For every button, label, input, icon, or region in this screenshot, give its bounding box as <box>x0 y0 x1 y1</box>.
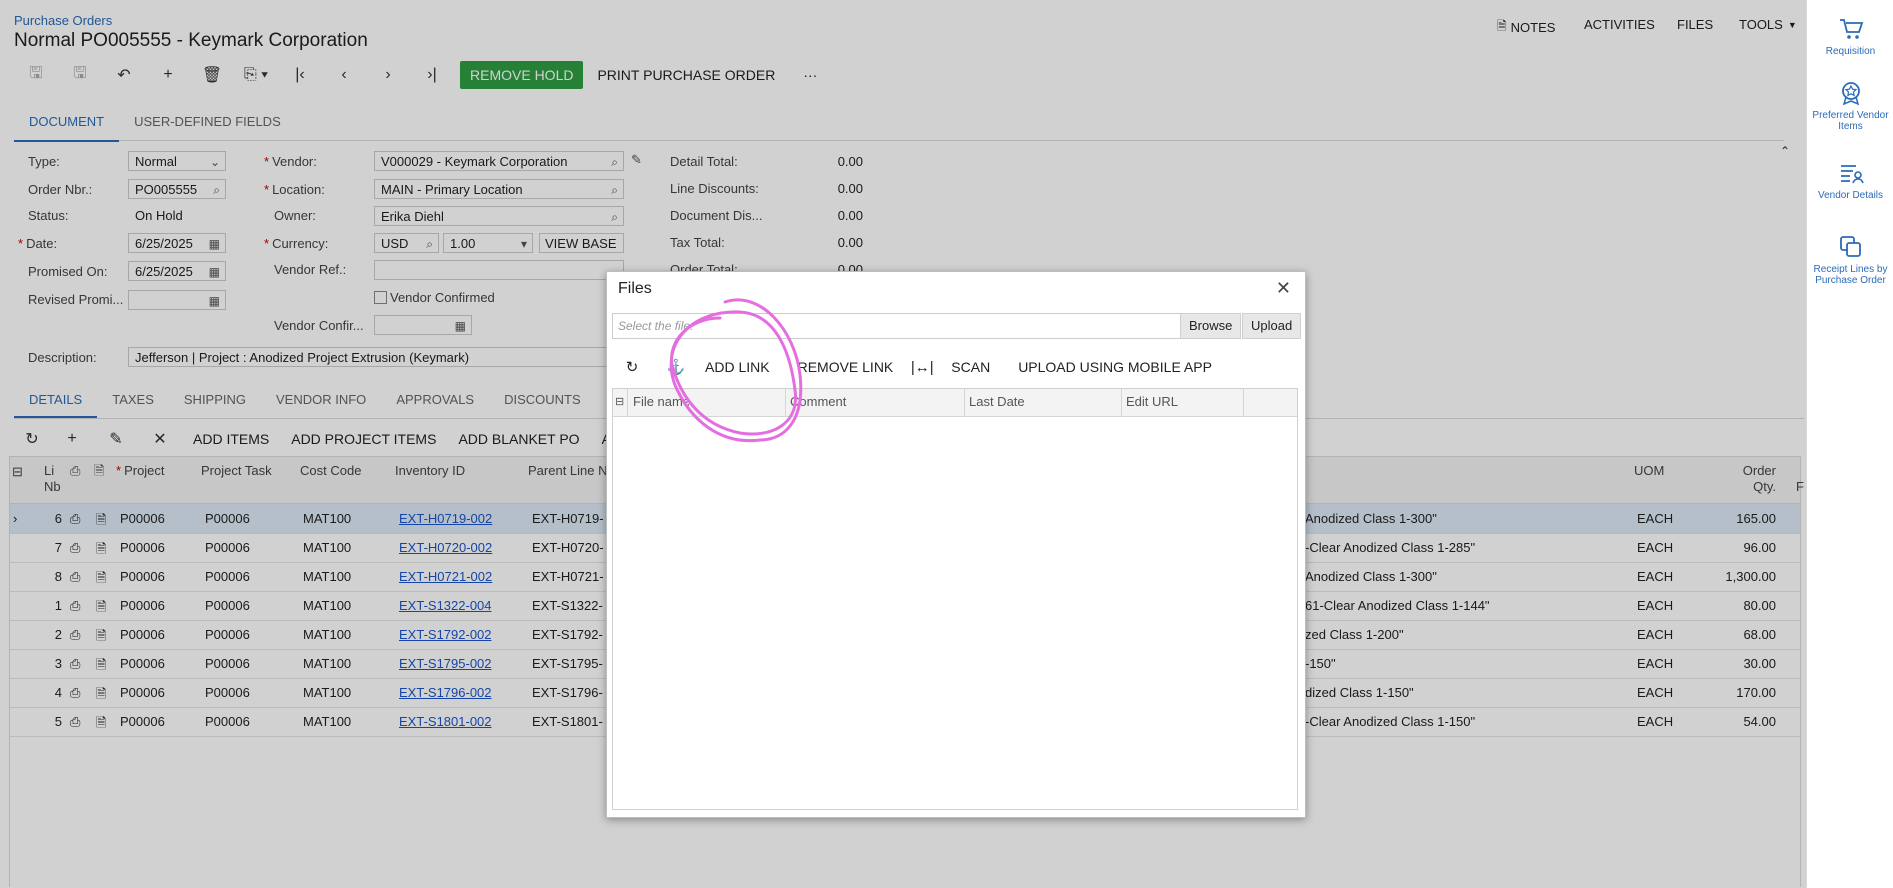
grid-divider <box>627 389 628 416</box>
col-file-name[interactable]: File name <box>633 394 690 409</box>
col-last-date[interactable]: Last Date <box>969 394 1025 409</box>
remove-link-button[interactable]: REMOVE LINK <box>784 359 908 375</box>
copy-icon <box>1839 236 1861 257</box>
close-icon[interactable]: ✕ <box>1276 278 1291 299</box>
fit-width-icon[interactable]: |↔| <box>907 359 937 376</box>
app-root: Purchase Orders Normal PO005555 - Keymar… <box>0 0 1893 888</box>
grid-divider <box>785 389 786 416</box>
files-grid-header: ⊟ File name Comment Last Date Edit URL <box>613 389 1297 417</box>
sidebar-label-preferred-vendor-items: Preferred Vendor Items <box>1812 110 1889 132</box>
refresh-icon[interactable]: ↻ <box>617 358 647 376</box>
upload-button[interactable]: Upload <box>1242 313 1302 339</box>
upload-mobile-app-button[interactable]: UPLOAD USING MOBILE APP <box>1004 359 1226 375</box>
files-dialog: Files ✕ Select the file. Browse Upload ↻… <box>606 271 1306 818</box>
files-toolbar: ↻ ⚓ ADD LINK REMOVE LINK |↔| SCAN UPLOAD… <box>617 357 1226 377</box>
vendor-details-icon <box>1840 165 1864 184</box>
add-link-button[interactable]: ADD LINK <box>691 359 784 375</box>
col-edit-url[interactable]: Edit URL <box>1126 394 1178 409</box>
grid-divider <box>1121 389 1122 416</box>
badge-icon <box>1841 82 1860 106</box>
files-grid: ⊟ File name Comment Last Date Edit URL <box>612 388 1298 810</box>
sidebar-item-vendor-details[interactable]: Vendor Details <box>1807 160 1893 201</box>
sidebar-item-preferred-vendor-items[interactable]: Preferred Vendor Items <box>1807 80 1893 132</box>
main-area: Purchase Orders Normal PO005555 - Keymar… <box>0 0 1806 888</box>
sidebar-item-receipt-lines[interactable]: Receipt Lines by Purchase Order <box>1807 234 1893 286</box>
sidebar-item-requisition[interactable]: Requisition <box>1807 16 1893 57</box>
col-comment[interactable]: Comment <box>790 394 846 409</box>
cart-icon <box>1839 19 1863 39</box>
link-icon[interactable]: ⚓ <box>661 358 691 376</box>
file-select-input[interactable]: Select the file. <box>612 313 1186 339</box>
scan-button[interactable]: SCAN <box>937 359 1004 375</box>
browse-button[interactable]: Browse <box>1180 313 1242 339</box>
grid-divider <box>1243 389 1244 416</box>
right-sidebar: Requisition Preferred Vendor Items Vendo… <box>1806 0 1893 888</box>
column-config-icon[interactable]: ⊟ <box>615 395 624 408</box>
sidebar-label-receipt-lines: Receipt Lines by Purchase Order <box>1813 264 1888 286</box>
files-dialog-title: Files <box>618 280 652 297</box>
grid-divider <box>964 389 965 416</box>
sidebar-label-vendor-details: Vendor Details <box>1817 190 1884 201</box>
sidebar-label-requisition: Requisition <box>1825 46 1876 57</box>
